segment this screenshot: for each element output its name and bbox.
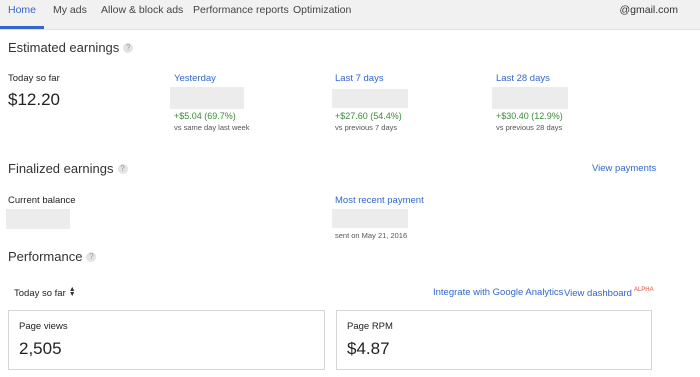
redacted-value [492, 87, 568, 109]
current-balance-label: Current balance [8, 195, 76, 206]
last-7-days-delta: +$27.60 (54.4%) [335, 111, 402, 121]
page-rpm-label: Page RPM [347, 321, 393, 332]
date-range-select[interactable]: Today so far ▲ ▼ [14, 286, 76, 299]
tab-my-ads[interactable]: My ads [53, 4, 87, 16]
finalized-earnings-title: Finalized earnings? [8, 161, 128, 176]
redacted-value [6, 209, 70, 229]
last-7-days-note: vs previous 7 days [335, 123, 398, 132]
today-value: $12.20 [8, 90, 60, 109]
estimated-earnings-heading: Estimated earnings [8, 40, 120, 55]
help-icon[interactable]: ? [86, 252, 97, 262]
account-email[interactable]: @gmail.com [619, 4, 678, 16]
yesterday-link[interactable]: Yesterday [174, 73, 216, 84]
view-dashboard-label: View dashboard [564, 288, 632, 299]
view-dashboard-link[interactable]: View dashboard ALPHA [564, 287, 654, 299]
last-28-days-delta: +$30.40 (12.9%) [496, 111, 563, 121]
last-28-days-note: vs previous 28 days [496, 123, 563, 132]
tab-optimization[interactable]: Optimization [293, 4, 351, 16]
today-label: Today so far [8, 73, 60, 84]
page-rpm-card[interactable]: Page RPM $4.87 [336, 310, 652, 370]
yesterday-note: vs same day last week [174, 123, 250, 132]
page-views-value: 2,505 [19, 339, 62, 358]
tab-performance-reports[interactable]: Performance reports [193, 4, 289, 16]
view-payments-link[interactable]: View payments [592, 163, 656, 174]
performance-heading: Performance [8, 249, 83, 264]
performance-title: Performance? [8, 249, 97, 264]
help-icon[interactable]: ? [117, 164, 128, 174]
sort-updown-icon: ▲ ▼ [68, 286, 76, 298]
tab-allow-block-ads[interactable]: Allow & block ads [101, 4, 183, 16]
help-icon[interactable]: ? [123, 43, 134, 53]
estimated-earnings-title: Estimated earnings? [8, 40, 134, 55]
page-rpm-value: $4.87 [347, 339, 390, 358]
redacted-value [332, 89, 408, 108]
last-7-days-link[interactable]: Last 7 days [335, 73, 384, 84]
payment-sent-date: sent on May 21, 2016 [335, 231, 408, 240]
integrate-analytics-link[interactable]: Integrate with Google Analytics [433, 287, 563, 298]
most-recent-payment-link[interactable]: Most recent payment [335, 195, 424, 206]
active-tab-indicator [0, 26, 44, 29]
date-range-label: Today so far [14, 288, 66, 299]
tab-home[interactable]: Home [8, 4, 36, 16]
alpha-badge: ALPHA [633, 287, 654, 293]
last-28-days-link[interactable]: Last 28 days [496, 73, 550, 84]
page-views-label: Page views [19, 321, 68, 332]
redacted-value [170, 87, 244, 109]
finalized-earnings-heading: Finalized earnings [8, 161, 114, 176]
page-views-card[interactable]: Page views 2,505 [8, 310, 325, 370]
top-nav: Home My ads Allow & block ads Performanc… [0, 0, 700, 30]
yesterday-delta: +$5.04 (69.7%) [174, 111, 236, 121]
redacted-value [332, 209, 408, 228]
